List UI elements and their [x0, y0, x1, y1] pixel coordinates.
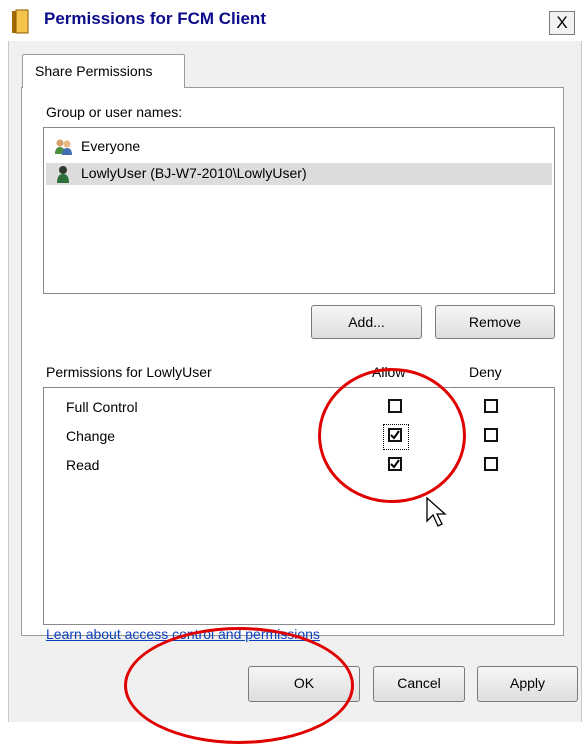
- read-allow-checkbox[interactable]: [388, 457, 402, 471]
- permissions-label: Permissions for LowlyUser: [46, 364, 212, 380]
- list-item-label: Everyone: [81, 138, 141, 154]
- permission-name: Full Control: [66, 399, 138, 415]
- add-button[interactable]: Add...: [311, 305, 422, 339]
- window-title: Permissions for FCM Client: [44, 9, 266, 28]
- check-mark-icon: [390, 430, 400, 440]
- groups-label: Group or user names:: [46, 104, 183, 120]
- read-deny-checkbox[interactable]: [484, 457, 498, 471]
- user-icon: [57, 166, 69, 183]
- allow-header: Allow: [372, 364, 406, 380]
- cancel-button[interactable]: Cancel: [373, 666, 465, 702]
- title-bar[interactable]: Permissions for FCM Client X: [0, 0, 587, 41]
- list-item[interactable]: Everyone: [46, 136, 552, 158]
- list-item-selected[interactable]: LowlyUser (BJ-W7-2010\LowlyUser): [46, 163, 552, 185]
- change-deny-checkbox[interactable]: [484, 428, 498, 442]
- permissions-list: Full Control Change Read: [43, 387, 555, 625]
- apply-button[interactable]: Apply: [477, 666, 578, 702]
- learn-more-link[interactable]: Learn about access control and permissio…: [46, 626, 320, 642]
- full-control-deny-checkbox[interactable]: [484, 399, 498, 413]
- users-group-icon: [55, 139, 72, 155]
- change-allow-checkbox[interactable]: [388, 428, 402, 442]
- remove-button[interactable]: Remove: [435, 305, 555, 339]
- permission-name: Change: [66, 428, 116, 444]
- tab-label: Share Permissions: [35, 63, 153, 79]
- folder-icon: [12, 9, 29, 34]
- full-control-allow-checkbox[interactable]: [388, 399, 402, 413]
- check-mark-icon: [390, 459, 400, 469]
- mouse-cursor-icon: [426, 497, 447, 527]
- permissions-dialog: Permissions for FCM Client X Share Permi…: [0, 0, 587, 722]
- group-user-list[interactable]: Everyone LowlyUser (BJ-W7-2010\LowlyUser…: [43, 127, 555, 294]
- permission-name: Read: [66, 457, 100, 473]
- deny-header: Deny: [469, 364, 502, 380]
- ok-button[interactable]: OK: [248, 666, 360, 702]
- list-item-label: LowlyUser (BJ-W7-2010\LowlyUser): [81, 165, 307, 181]
- tab-share-permissions[interactable]: Share Permissions: [22, 54, 185, 88]
- close-button[interactable]: X: [549, 11, 575, 35]
